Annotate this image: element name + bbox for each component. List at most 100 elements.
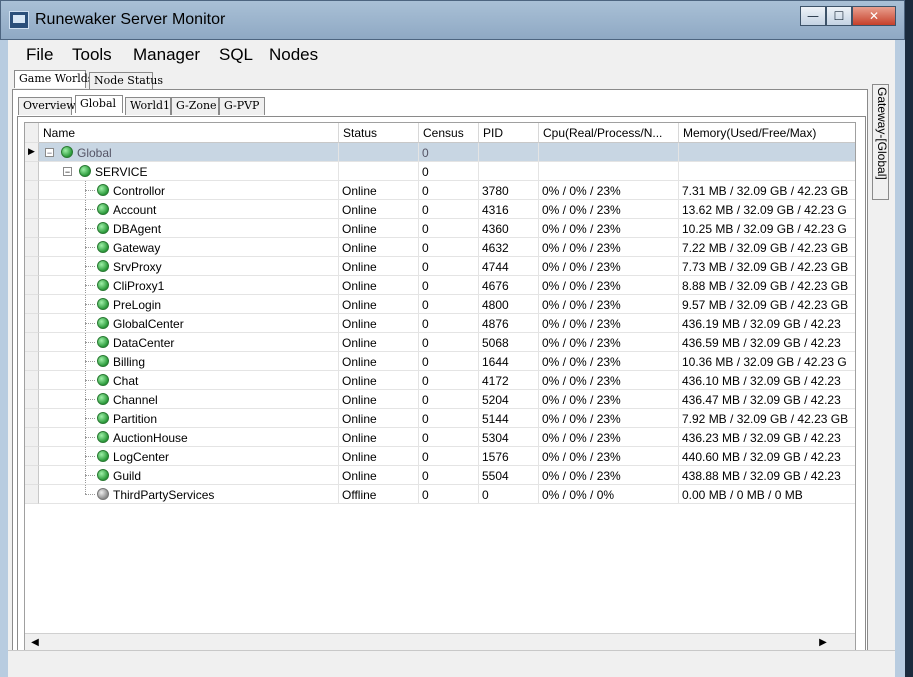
row-header[interactable]: [25, 314, 39, 333]
name-cell[interactable]: Partition: [39, 409, 339, 428]
collapse-icon[interactable]: −: [63, 167, 72, 177]
row-header[interactable]: [25, 371, 39, 390]
name-cell[interactable]: Chat: [39, 371, 339, 390]
census-cell: 0: [419, 238, 479, 257]
memory-cell: 436.10 MB / 32.09 GB / 42.23: [679, 371, 855, 390]
tree-line: [85, 485, 86, 494]
server-tree-grid[interactable]: Name Status Census PID Cpu(Real/Process/…: [24, 122, 856, 653]
row-header[interactable]: ▶: [25, 143, 39, 162]
scroll-left-icon[interactable]: ◀: [27, 636, 43, 650]
name-cell[interactable]: Billing: [39, 352, 339, 371]
menu-nodes[interactable]: Nodes: [269, 45, 318, 65]
row-header[interactable]: [25, 390, 39, 409]
collapse-icon[interactable]: −: [45, 148, 54, 158]
side-tab-label: Gateway-[Global]: [875, 87, 889, 180]
pid-cell: 4316: [479, 200, 539, 219]
name-cell[interactable]: DBAgent: [39, 219, 339, 238]
status-bar: [8, 650, 895, 670]
tree-connector: [85, 247, 95, 248]
tree-line: [85, 333, 86, 351]
title-bar[interactable]: Runewaker Server Monitor — ☐ ✕: [0, 0, 905, 40]
name-cell[interactable]: GlobalCenter: [39, 314, 339, 333]
menu-manager[interactable]: Manager: [133, 45, 200, 65]
census-cell: 0: [419, 257, 479, 276]
name-cell[interactable]: LogCenter: [39, 447, 339, 466]
census-cell: 0: [419, 276, 479, 295]
tab-g-pvp[interactable]: G-PVP: [219, 97, 265, 115]
tree-line: [85, 257, 86, 275]
row-header[interactable]: [25, 200, 39, 219]
row-header[interactable]: [25, 466, 39, 485]
column-header-census[interactable]: Census: [419, 123, 479, 143]
tab-world1[interactable]: World1: [125, 97, 171, 115]
online-status-icon: [79, 165, 91, 177]
app-icon: [9, 11, 29, 29]
grid-corner: [25, 123, 39, 143]
scroll-right-icon[interactable]: ▶: [815, 636, 831, 650]
online-status-icon: [97, 203, 109, 215]
name-cell[interactable]: Account: [39, 200, 339, 219]
census-cell: 0: [419, 295, 479, 314]
row-header[interactable]: [25, 333, 39, 352]
name-cell[interactable]: ThirdPartyServices: [39, 485, 339, 504]
maximize-button[interactable]: ☐: [826, 6, 852, 26]
row-header[interactable]: [25, 447, 39, 466]
row-header[interactable]: [25, 428, 39, 447]
menu-sql[interactable]: SQL: [219, 45, 253, 65]
name-cell[interactable]: CliProxy1: [39, 276, 339, 295]
node-name: Chat: [113, 374, 139, 388]
close-button[interactable]: ✕: [852, 6, 896, 26]
tree-connector: [85, 342, 95, 343]
pid-cell: 3780: [479, 181, 539, 200]
row-header[interactable]: [25, 485, 39, 504]
tab-game-worlds[interactable]: Game Worlds: [14, 70, 93, 88]
online-status-icon: [97, 412, 109, 424]
tree-line: [85, 352, 86, 370]
name-cell[interactable]: Channel: [39, 390, 339, 409]
tree-connector: [85, 456, 95, 457]
tree-line: [85, 200, 86, 218]
row-header[interactable]: [25, 219, 39, 238]
row-header[interactable]: [25, 276, 39, 295]
column-header-cpu[interactable]: Cpu(Real/Process/N...: [539, 123, 679, 143]
name-cell[interactable]: − SERVICE: [39, 162, 339, 181]
menu-tools[interactable]: Tools: [72, 45, 112, 65]
name-cell[interactable]: Controllor: [39, 181, 339, 200]
pid-cell: 4632: [479, 238, 539, 257]
row-header[interactable]: [25, 238, 39, 257]
column-header-pid[interactable]: PID: [479, 123, 539, 143]
tab-g-zone[interactable]: G-Zone: [171, 97, 219, 115]
name-cell[interactable]: PreLogin: [39, 295, 339, 314]
row-header[interactable]: [25, 181, 39, 200]
tree-line: [85, 219, 86, 237]
tab-global[interactable]: Global: [75, 95, 123, 113]
column-header-name[interactable]: Name: [39, 123, 339, 143]
tab-gateway-global[interactable]: Gateway-[Global]: [872, 84, 889, 200]
memory-cell: 10.36 MB / 32.09 GB / 42.23 G: [679, 352, 855, 371]
row-header[interactable]: [25, 162, 39, 181]
name-cell[interactable]: AuctionHouse: [39, 428, 339, 447]
row-header[interactable]: [25, 295, 39, 314]
menu-file[interactable]: File: [26, 45, 53, 65]
status-cell: Online: [339, 371, 419, 390]
online-status-icon: [97, 279, 109, 291]
column-header-status[interactable]: Status: [339, 123, 419, 143]
row-header[interactable]: [25, 352, 39, 371]
tree-line: [85, 276, 86, 294]
name-cell[interactable]: SrvProxy: [39, 257, 339, 276]
status-cell: Online: [339, 352, 419, 371]
memory-cell: 8.88 MB / 32.09 GB / 42.23 GB: [679, 276, 855, 295]
name-cell[interactable]: − Global: [39, 143, 339, 162]
name-cell[interactable]: DataCenter: [39, 333, 339, 352]
row-header[interactable]: [25, 257, 39, 276]
name-cell[interactable]: Gateway: [39, 238, 339, 257]
column-header-memory[interactable]: Memory(Used/Free/Max): [679, 123, 855, 143]
minimize-button[interactable]: —: [800, 6, 826, 26]
status-cell: Online: [339, 447, 419, 466]
tab-node-status[interactable]: Node Status: [89, 72, 163, 90]
status-cell: Online: [339, 219, 419, 238]
tab-overview[interactable]: Overview: [18, 97, 76, 115]
cpu-cell: 0% / 0% / 23%: [539, 200, 679, 219]
name-cell[interactable]: Guild: [39, 466, 339, 485]
row-header[interactable]: [25, 409, 39, 428]
